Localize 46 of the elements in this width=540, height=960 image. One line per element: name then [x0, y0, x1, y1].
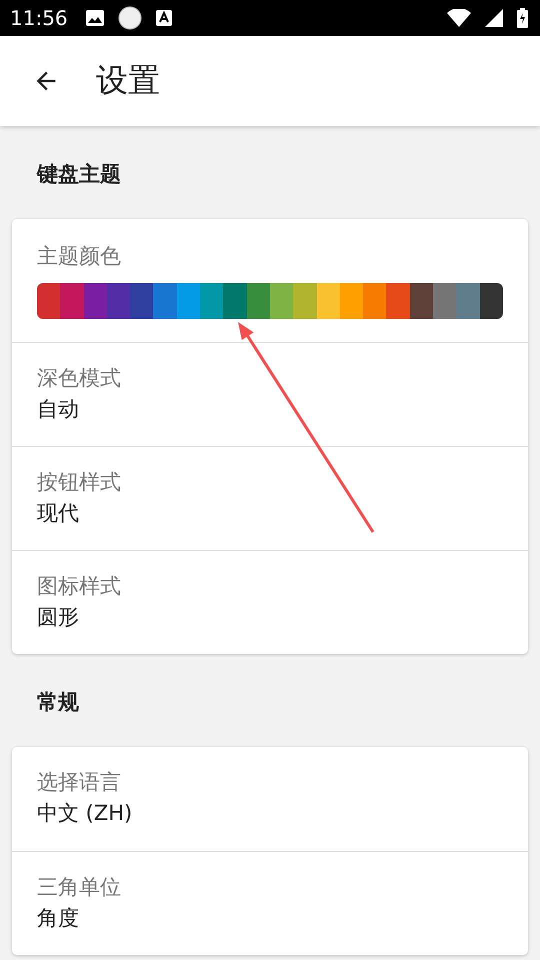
color-swatch[interactable]: [153, 283, 177, 319]
setting-row[interactable]: 按钮样式 现代: [12, 446, 528, 550]
image-icon: [86, 10, 104, 26]
color-swatch[interactable]: [106, 283, 130, 319]
color-swatch[interactable]: [410, 283, 434, 319]
signal-icon: [485, 9, 503, 27]
color-swatch[interactable]: [200, 283, 224, 319]
setting-label: 深色模式: [37, 365, 122, 392]
circle-icon: [118, 6, 142, 30]
color-swatch[interactable]: [130, 283, 154, 319]
setting-row[interactable]: 选择语言 中文 (ZH): [12, 747, 528, 851]
setting-value: 现代: [37, 500, 80, 527]
setting-value: 角度: [37, 905, 80, 932]
status-time: 11:56: [10, 6, 68, 30]
color-swatch[interactable]: [84, 283, 107, 319]
color-swatch[interactable]: [293, 283, 317, 319]
page-title: 设置: [96, 60, 160, 101]
setting-label: 按钮样式: [37, 469, 122, 496]
color-swatch[interactable]: [270, 283, 294, 319]
color-swatch[interactable]: [246, 283, 270, 319]
color-swatch[interactable]: [316, 283, 340, 319]
color-swatch[interactable]: [223, 283, 247, 319]
setting-label: 主题颜色: [37, 243, 122, 270]
color-swatch[interactable]: [340, 283, 364, 319]
setting-value: 中文 (ZH): [37, 800, 134, 827]
color-swatch[interactable]: [480, 283, 503, 319]
battery-icon: [517, 8, 528, 28]
wifi-icon: [447, 9, 471, 27]
color-swatch[interactable]: [37, 283, 60, 319]
setting-row[interactable]: 三角单位 角度: [12, 851, 528, 955]
setting-label: 图标样式: [37, 573, 122, 600]
section-header: 常规: [36, 689, 80, 716]
setting-row[interactable]: 图标样式 圆形: [12, 550, 528, 654]
color-swatch[interactable]: [456, 283, 480, 319]
setting-value: 自动: [37, 396, 80, 423]
setting-label: 选择语言: [37, 769, 122, 796]
keyboard-a-icon: [156, 10, 172, 26]
color-swatch[interactable]: [386, 283, 410, 319]
setting-value: 圆形: [37, 604, 80, 631]
setting-row[interactable]: 深色模式 自动: [12, 342, 528, 446]
setting-label: 三角单位: [37, 874, 122, 901]
color-swatch[interactable]: [176, 283, 200, 319]
color-swatch[interactable]: [433, 283, 456, 319]
color-swatch[interactable]: [60, 283, 84, 319]
color-swatch[interactable]: [363, 283, 386, 319]
section-header: 键盘主题: [36, 161, 122, 188]
